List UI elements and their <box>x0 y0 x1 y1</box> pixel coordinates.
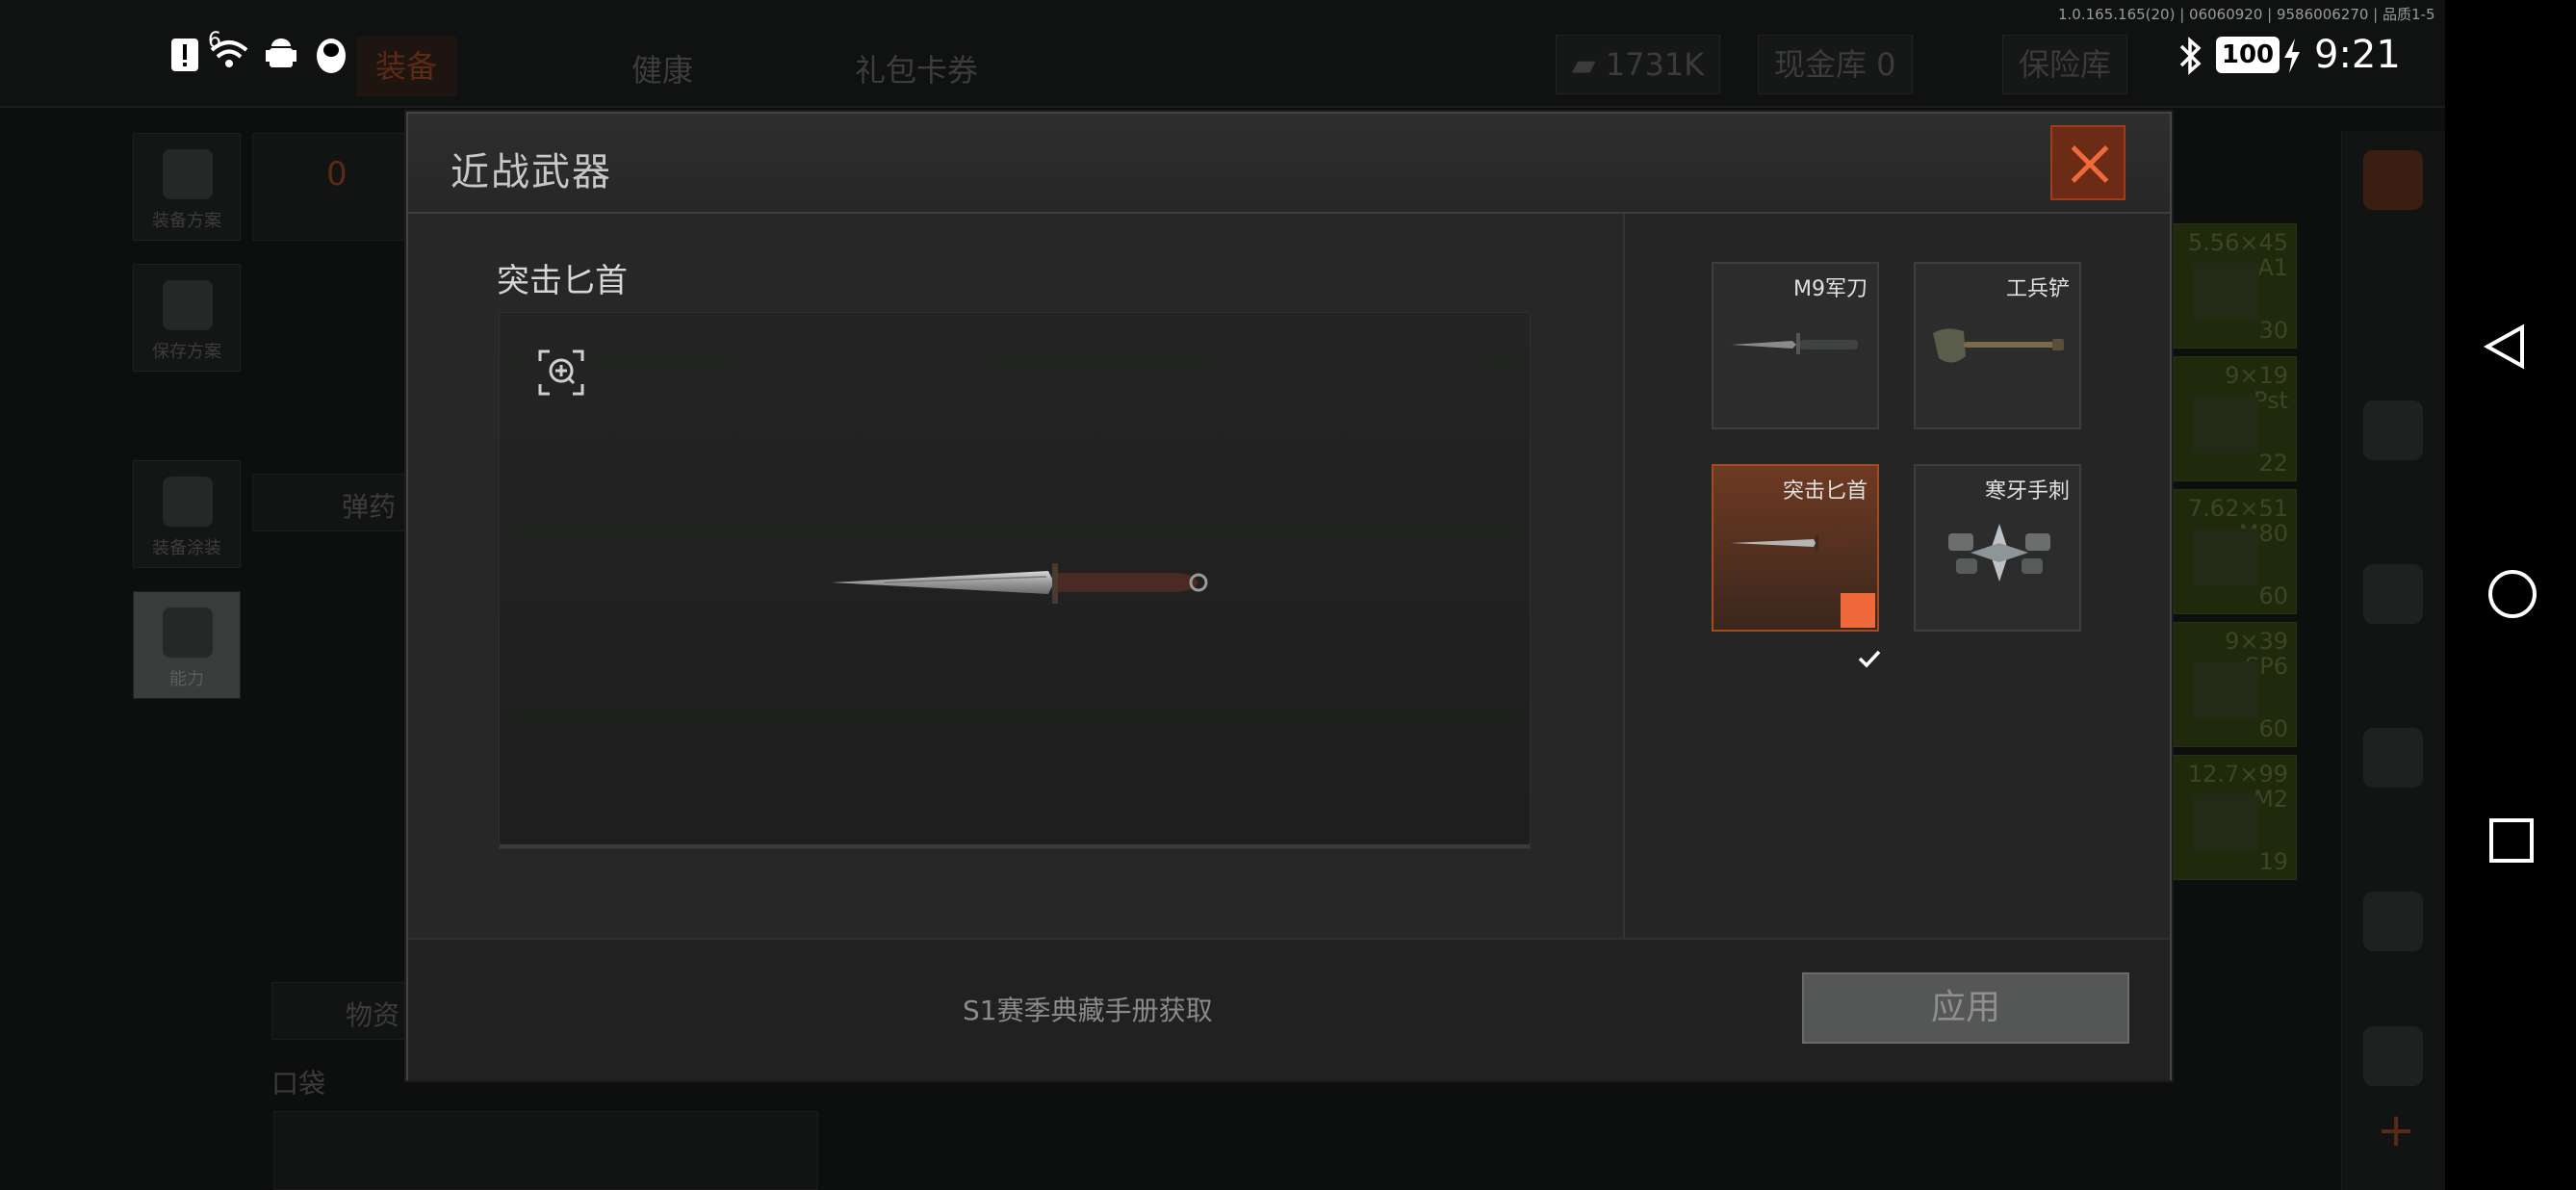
safe-button[interactable]: 保险库 <box>2002 35 2128 94</box>
ammo-box-icon <box>2192 263 2259 321</box>
backpack-count: 0 <box>326 155 348 194</box>
rifle-icon[interactable] <box>2363 564 2423 624</box>
stack-icon[interactable] <box>2363 150 2423 210</box>
ammo-count: 30 <box>2258 317 2288 344</box>
zoom-icon <box>538 349 584 396</box>
armor-icon[interactable] <box>2363 1026 2423 1086</box>
download-icon <box>163 280 213 330</box>
weapon-card-label: M9军刀 <box>1793 277 1868 301</box>
ammo-box-icon <box>2192 661 2259 719</box>
ammo-caliber: 5.56×45 <box>2187 229 2288 256</box>
magazine-icon[interactable] <box>2363 728 2423 788</box>
weapon-preview[interactable] <box>499 312 1531 849</box>
acquisition-source: S1赛季典藏手册获取 <box>963 995 1213 1026</box>
ammo-caliber: 12.7×99 <box>2187 761 2288 788</box>
weapon-card-cold-fang-punch[interactable]: 寒牙手刺 <box>1914 464 2081 632</box>
weapon-card-label: 突击匕首 <box>1782 479 1868 504</box>
supplies-panel-label: 物资 <box>346 999 400 1031</box>
pocket-label: 口袋 <box>271 1068 326 1099</box>
dialog-title: 近战武器 <box>451 150 612 194</box>
ammo-count: 22 <box>2258 450 2288 477</box>
weapon-card-label: 寒牙手刺 <box>1984 479 2070 504</box>
money-value: 1731K <box>1605 46 1705 83</box>
battery-level: 100 <box>2221 40 2275 69</box>
ammo-slot[interactable]: 5.56×45 A1 30 <box>2174 223 2297 349</box>
loadout-plan-label: 装备方案 <box>152 211 221 231</box>
ammo-count: 60 <box>2258 715 2288 742</box>
melee-weapon-dialog: 近战武器 突击匕首 M9军刀 工兵铲 突击匕首 寒牙手刺 S1赛季典藏手册获取 … <box>406 112 2172 1080</box>
bullet-icon[interactable] <box>2363 892 2423 951</box>
apply-button[interactable]: 应用 <box>1802 972 2129 1044</box>
clock: 9:21 <box>2314 33 2401 77</box>
ammo-caliber: 7.62×51 <box>2187 495 2288 522</box>
save-plan-label: 保存方案 <box>152 342 221 362</box>
loadout-plan-button[interactable]: 装备方案 <box>133 133 241 241</box>
home-button[interactable] <box>2474 555 2551 632</box>
supplies-panel-header: 物资 <box>271 982 416 1040</box>
weapon-card-label: 工兵铲 <box>2005 277 2070 301</box>
back-button[interactable] <box>2474 308 2551 385</box>
battery-icon: 100 <box>2216 37 2280 73</box>
category-sidebar: + <box>2341 131 2445 1190</box>
ability-button[interactable]: 能力 <box>133 591 241 699</box>
helmet-icon <box>163 477 213 527</box>
system-nav-bar <box>2445 0 2576 1190</box>
ammo-slot[interactable]: 9×39 SP6 60 <box>2174 622 2297 747</box>
ammo-slot[interactable]: 9×19 Pst 22 <box>2174 356 2297 481</box>
close-button[interactable] <box>2050 125 2125 200</box>
recents-button[interactable] <box>2474 801 2551 878</box>
game-screen: 装备 健康 礼包卡券 ▰ 1731K 现金库 0 保险库 装备方案 保存方案 装… <box>0 0 2576 1190</box>
weapon-card-assault-dagger[interactable]: 突击匕首 <box>1712 464 1881 668</box>
bluetooth-icon <box>2177 35 2204 77</box>
weapon-list: M9军刀 工兵铲 突击匕首 寒牙手刺 <box>1625 214 2170 938</box>
ammo-slot[interactable]: 7.62×51 M80 60 <box>2174 489 2297 614</box>
ammo-count: 60 <box>2258 582 2288 609</box>
pocket-slots[interactable] <box>273 1111 818 1190</box>
build-info: 1.0.165.165(20) | 06060920 | 9586006270 … <box>2058 6 2435 23</box>
ammo-box-icon <box>2192 529 2259 586</box>
helmet-icon[interactable] <box>2363 401 2423 460</box>
shovel-icon <box>1933 328 2064 363</box>
preview-pane: 突击匕首 <box>408 214 1623 938</box>
cold-fang-punch-dagger-icon <box>1948 524 2050 582</box>
equipment-skin-label: 装备涂装 <box>152 538 221 558</box>
selected-check-icon <box>1841 593 1881 668</box>
status-icons-left <box>169 35 350 77</box>
ammo-box-icon <box>2192 794 2259 852</box>
ammo-panel-label: 弹药 <box>342 491 397 523</box>
weapon-card-shovel[interactable]: 工兵铲 <box>1914 262 2081 429</box>
add-icon[interactable]: + <box>2377 1103 2415 1157</box>
preview-divider <box>500 844 1530 848</box>
vest-icon <box>163 149 213 199</box>
signal-superscript: 6 <box>208 29 221 53</box>
backpack-slot: 0 <box>252 133 416 241</box>
zoom-in-button[interactable] <box>538 349 584 396</box>
ammo-slot[interactable]: 12.7×99 M2 19 <box>2174 755 2297 880</box>
ammo-panel-header: 弹药 <box>252 474 416 531</box>
tab-health[interactable]: 健康 <box>631 46 693 91</box>
cash-vault-button[interactable]: 现金库 0 <box>1758 35 1913 94</box>
assault-dagger-icon <box>1731 535 1857 551</box>
charging-icon <box>2281 37 2303 75</box>
assault-dagger-image <box>831 563 1208 604</box>
notification-icons <box>171 39 346 73</box>
ammo-caliber: 9×39 <box>2225 628 2288 655</box>
dialog-header: 近战武器 <box>408 114 2170 214</box>
ammo-caliber: 9×19 <box>2225 362 2288 389</box>
dialog-footer: S1赛季典藏手册获取 应用 <box>408 938 2170 1080</box>
ammo-type: A1 <box>2257 254 2288 281</box>
equipment-skin-button[interactable]: 装备涂装 <box>133 460 241 568</box>
money-display: ▰ 1731K <box>1556 35 1721 94</box>
lightning-icon <box>163 608 213 658</box>
ability-label: 能力 <box>169 669 204 689</box>
m9-bayonet-icon <box>1731 333 1858 354</box>
selected-item-name: 突击匕首 <box>497 262 628 300</box>
ammo-box-icon <box>2192 396 2259 453</box>
weapon-card-m9-bayonet[interactable]: M9军刀 <box>1712 262 1879 429</box>
save-plan-button[interactable]: 保存方案 <box>133 264 241 372</box>
ammo-count: 19 <box>2258 848 2288 875</box>
tab-gift-cards[interactable]: 礼包卡券 <box>855 46 978 91</box>
tab-equipment[interactable]: 装备 <box>356 37 457 96</box>
